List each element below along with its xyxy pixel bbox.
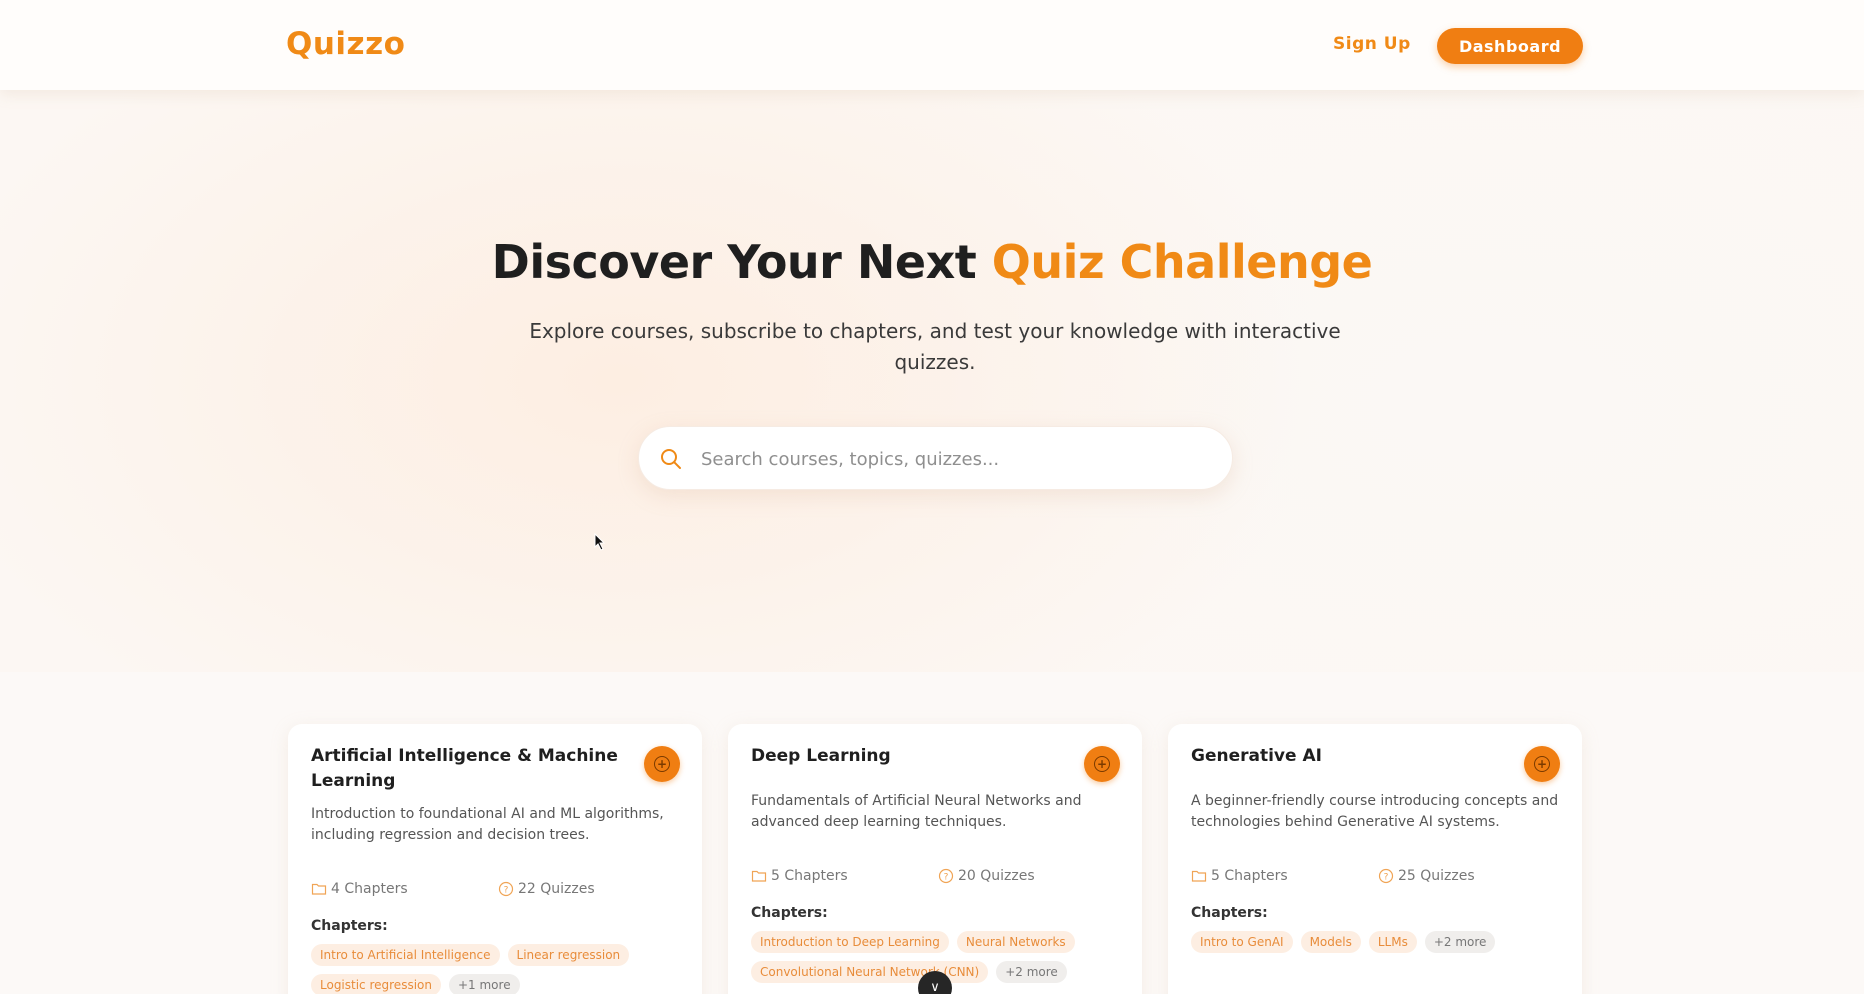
folder-icon bbox=[751, 870, 767, 882]
chapter-chips: Intro to GenAI Models LLMs +2 more bbox=[1191, 931, 1561, 953]
chapters-count-text: 4 Chapters bbox=[331, 881, 408, 897]
question-icon: ? bbox=[1378, 868, 1394, 884]
course-description: Fundamentals of Artificial Neural Networ… bbox=[751, 793, 1082, 830]
course-card[interactable]: Deep Learning + Fundamentals of Artifici… bbox=[728, 724, 1142, 994]
subscribe-button[interactable]: + bbox=[644, 746, 680, 782]
more-chapters-chip[interactable]: +1 more bbox=[448, 974, 520, 994]
chapter-chip[interactable]: Models bbox=[1300, 931, 1361, 953]
hero-title: Discover Your Next Quiz Challenge bbox=[0, 235, 1864, 289]
chapters-count-text: 5 Chapters bbox=[1211, 868, 1288, 884]
subscribe-button[interactable]: + bbox=[1084, 746, 1120, 782]
hero-title-accent: Quiz Challenge bbox=[991, 235, 1373, 289]
chapter-chip[interactable]: Logistic regression bbox=[311, 974, 441, 994]
course-title: Deep Learning bbox=[751, 746, 891, 766]
hero-subtitle: Explore courses, subscribe to chapters, … bbox=[529, 319, 1341, 374]
question-icon: ? bbox=[498, 881, 514, 897]
folder-icon bbox=[1191, 870, 1207, 882]
plus-icon: + bbox=[1094, 756, 1110, 772]
quizzes-count-text: 25 Quizzes bbox=[1398, 868, 1475, 884]
search-input[interactable] bbox=[701, 439, 1211, 479]
chapter-chip[interactable]: Intro to Artificial Intelligence bbox=[311, 944, 500, 966]
dashboard-button[interactable]: Dashboard bbox=[1437, 28, 1583, 64]
navbar: Quizzo Sign Up Dashboard bbox=[0, 0, 1864, 90]
folder-icon bbox=[311, 883, 327, 895]
quizzes-count: ? 22 Quizzes bbox=[498, 881, 595, 897]
chevron-down-icon: ∨ bbox=[930, 980, 940, 994]
quizzes-count-text: 22 Quizzes bbox=[518, 881, 595, 897]
course-card[interactable]: Generative AI + A beginner-friendly cour… bbox=[1168, 724, 1582, 994]
subscribe-button[interactable]: + bbox=[1524, 746, 1560, 782]
chapter-chip[interactable]: Neural Networks bbox=[956, 931, 1075, 953]
chapters-count: 5 Chapters bbox=[751, 868, 848, 884]
chapter-chip[interactable]: Intro to GenAI bbox=[1191, 931, 1293, 953]
quizzes-count: ? 20 Quizzes bbox=[938, 868, 1035, 884]
more-chapters-chip[interactable]: +2 more bbox=[996, 961, 1067, 983]
question-icon: ? bbox=[938, 868, 954, 884]
svg-text:?: ? bbox=[504, 886, 509, 896]
course-card[interactable]: Artificial Intelligence & Machine Learni… bbox=[288, 724, 702, 994]
search-box[interactable] bbox=[638, 426, 1233, 490]
quizzes-count: ? 25 Quizzes bbox=[1378, 868, 1475, 884]
svg-text:?: ? bbox=[1384, 873, 1389, 883]
chapter-chip[interactable]: Linear regression bbox=[507, 944, 630, 966]
plus-icon: + bbox=[1534, 756, 1550, 772]
logo[interactable]: Quizzo bbox=[286, 26, 405, 62]
signup-link[interactable]: Sign Up bbox=[1333, 34, 1411, 54]
svg-text:?: ? bbox=[944, 873, 949, 883]
more-chapters-chip[interactable]: +2 more bbox=[1424, 931, 1496, 953]
quizzes-count-text: 20 Quizzes bbox=[958, 868, 1035, 884]
chapters-label: Chapters: bbox=[1191, 905, 1268, 921]
course-title: Generative AI bbox=[1191, 746, 1322, 766]
course-description: A beginner-friendly course introducing c… bbox=[1191, 793, 1559, 830]
chapters-count: 5 Chapters bbox=[1191, 868, 1288, 884]
chapters-count: 4 Chapters bbox=[311, 881, 408, 897]
chapters-label: Chapters: bbox=[311, 918, 388, 934]
chapters-label: Chapters: bbox=[751, 905, 828, 921]
chapters-count-text: 5 Chapters bbox=[771, 868, 848, 884]
search-icon bbox=[661, 449, 681, 469]
chapter-chips: Intro to Artificial Intelligence Linear … bbox=[311, 944, 681, 994]
chapter-chip[interactable]: Introduction to Deep Learning bbox=[751, 931, 949, 953]
plus-icon: + bbox=[654, 756, 670, 772]
chapter-chip[interactable]: LLMs bbox=[1368, 931, 1417, 953]
mouse-cursor-icon bbox=[594, 533, 606, 551]
chapter-chip[interactable]: Convolutional Neural Network (CNN) bbox=[751, 961, 989, 983]
course-description: Introduction to foundational AI and ML a… bbox=[311, 806, 664, 843]
course-title: Artificial Intelligence & Machine Learni… bbox=[311, 746, 618, 791]
hero-title-main: Discover Your Next bbox=[491, 235, 992, 289]
